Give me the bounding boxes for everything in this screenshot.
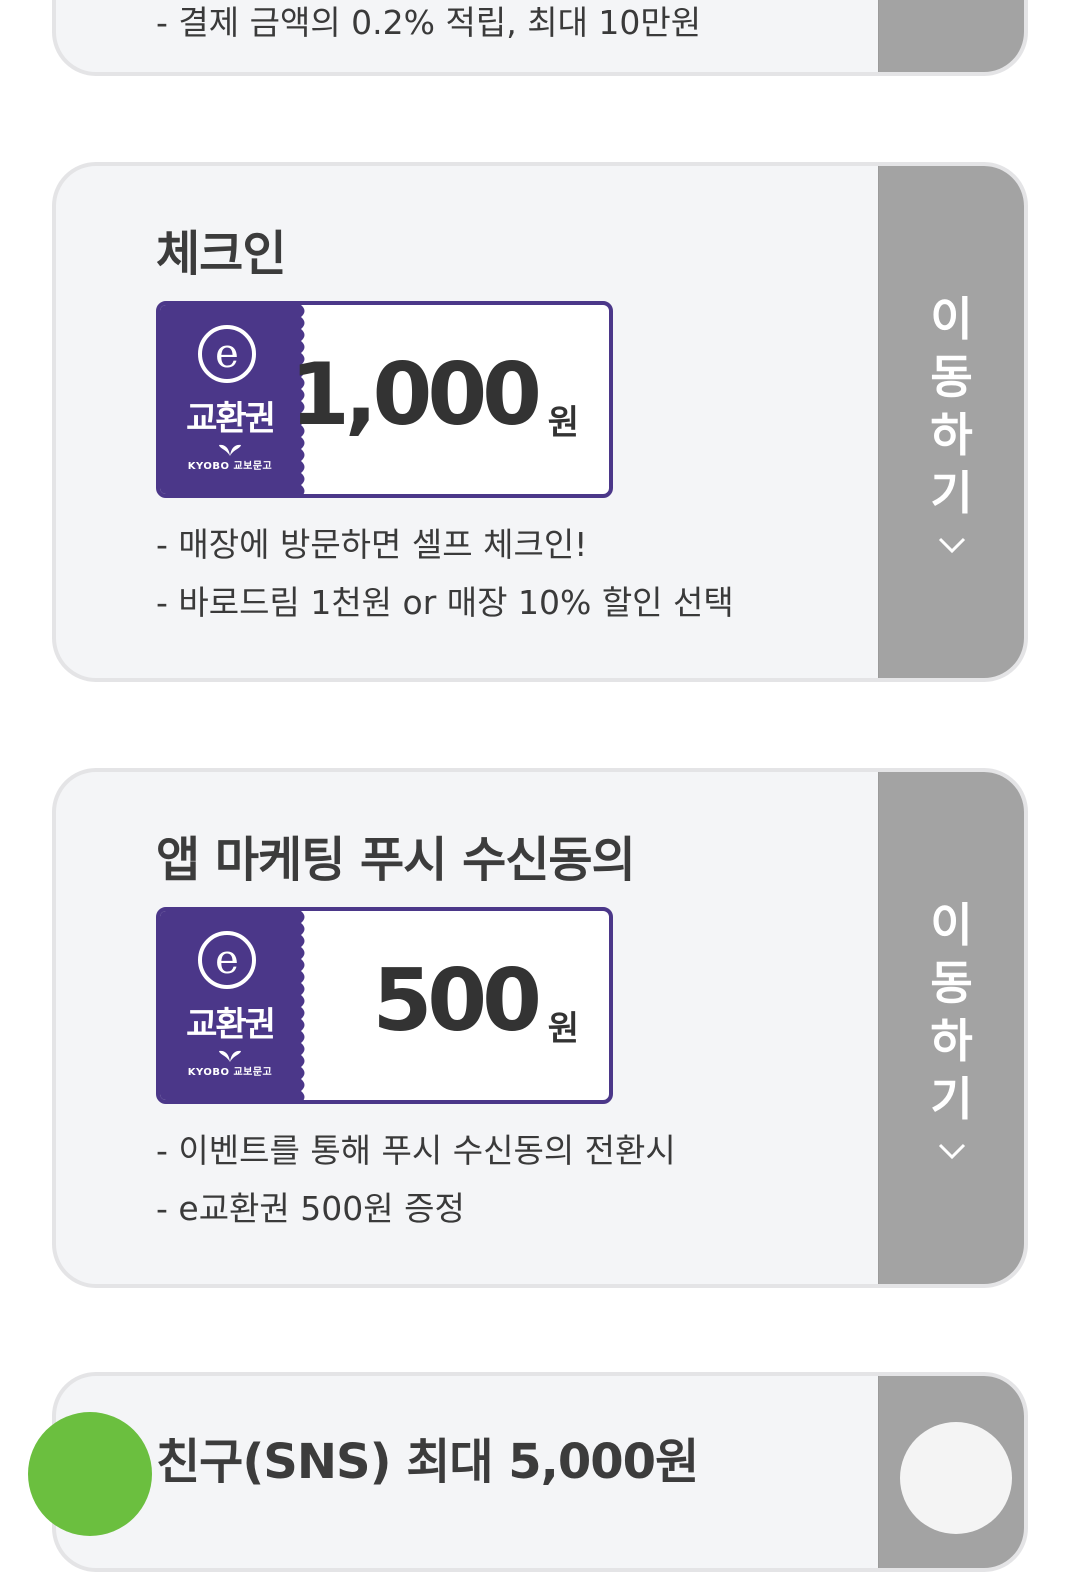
card-description-line: - 매장에 방문하면 셀프 체크인! bbox=[156, 525, 588, 564]
brand-text: KYOBO 교보문고 bbox=[187, 1067, 273, 1078]
ticket-stub: e 교환권 KYOBO 교보문고 bbox=[160, 911, 300, 1100]
chevron-down-icon bbox=[938, 537, 965, 554]
ticket-name: 교환권 bbox=[186, 1005, 276, 1045]
go-button[interactable]: 이동하기 bbox=[878, 772, 1024, 1284]
svg-text:e: e bbox=[215, 331, 239, 377]
card-title: 앱 마케팅 푸시 수신동의 bbox=[156, 832, 636, 888]
card-description-line: - e교환권 500원 증정 bbox=[156, 1189, 465, 1228]
chevron-down-icon bbox=[938, 1143, 965, 1160]
reward-card-push-consent: 앱 마케팅 푸시 수신동의 e 교환권 KYOBO 교보문고 500 원 - 이… bbox=[52, 768, 1028, 1288]
card-title: 체크인 bbox=[156, 226, 286, 282]
reward-card-checkin: 체크인 e 교환권 KYOBO 교보문고 1,000 원 - 매장에 방문하면 … bbox=[52, 162, 1028, 682]
brand-text: KYOBO 교보문고 bbox=[187, 461, 273, 472]
card-description-line: - 이벤트를 통해 푸시 수신동의 전환시 bbox=[156, 1131, 676, 1170]
svg-text:e: e bbox=[215, 937, 239, 983]
ticket-name: 교환권 bbox=[186, 399, 276, 439]
card-description-line: - 바로드림 1천원 or 매장 10% 할인 선택 bbox=[156, 583, 734, 622]
e-voucher-ticket: e 교환권 KYOBO 교보문고 500 원 bbox=[156, 907, 613, 1104]
go-button-label: 이동하기 bbox=[930, 292, 973, 520]
e-logo-icon: e bbox=[198, 931, 256, 989]
leaf-icon bbox=[219, 444, 241, 456]
go-button[interactable] bbox=[878, 1376, 1024, 1568]
card-description-line: - 결제 금액의 0.2% 적립, 최대 10만원 bbox=[156, 3, 702, 42]
ticket-stub: e 교환권 KYOBO 교보문고 bbox=[160, 305, 300, 494]
ticket-amount: 500 bbox=[372, 951, 542, 1051]
e-logo-icon: e bbox=[198, 325, 256, 383]
leaf-icon bbox=[219, 1050, 241, 1062]
round-button[interactable] bbox=[900, 1422, 1012, 1534]
floating-action-button[interactable] bbox=[28, 1412, 152, 1536]
go-button[interactable]: 이동하기 bbox=[878, 166, 1024, 678]
reward-card-purchase: - 결제 금액의 0.2% 적립, 최대 10만원 bbox=[52, 0, 1028, 76]
ticket-amount: 1,000 bbox=[289, 345, 542, 445]
ticket-unit: 원 bbox=[547, 403, 579, 443]
ticket-perforation bbox=[298, 911, 305, 1100]
e-voucher-ticket: e 교환권 KYOBO 교보문고 1,000 원 bbox=[156, 301, 613, 498]
reward-card-invite-friend: 친구(SNS) 최대 5,000원 bbox=[52, 1372, 1028, 1572]
card-title: 친구(SNS) 최대 5,000원 bbox=[156, 1434, 699, 1490]
go-button-label: 이동하기 bbox=[930, 898, 973, 1126]
ticket-unit: 원 bbox=[547, 1009, 579, 1049]
go-button[interactable] bbox=[878, 0, 1024, 72]
